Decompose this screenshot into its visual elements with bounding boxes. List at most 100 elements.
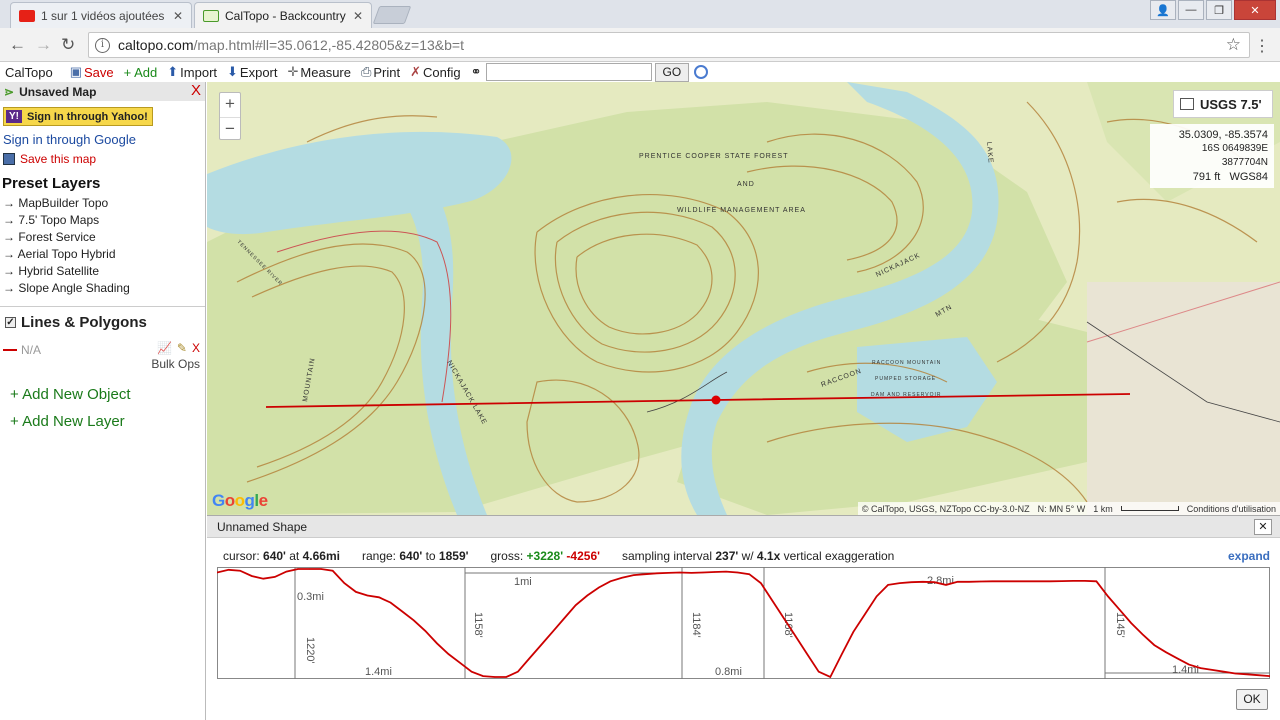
print-button[interactable]: ⎙ Print [361,64,400,80]
pencil-icon[interactable]: ✎ [177,341,187,355]
profile-point [633,574,635,576]
lines-polygons-toggle[interactable]: ✓ Lines & Polygons [5,314,205,331]
profile-point [1014,580,1017,582]
zoom-control: + − [219,92,241,140]
profile-point [355,591,357,593]
expand-link[interactable]: expand [1228,549,1270,563]
close-tab-icon[interactable]: ✕ [353,9,363,23]
save-map-link[interactable]: Save this map [3,152,205,166]
add-button[interactable]: + Add [124,65,158,80]
floppy-icon: ▣ [69,64,82,79]
zoom-in-button[interactable]: + [220,93,240,117]
profile-point [1200,667,1202,669]
ok-button[interactable]: OK [1236,689,1268,710]
add-new-object-link[interactable]: + Add New Object [10,386,205,403]
profile-point [795,635,797,637]
import-button[interactable]: ⬆ Import [167,64,217,80]
terms-link[interactable]: Conditions d'utilisation [1187,504,1276,514]
segment-vertical-label: 1158' [472,612,484,638]
profile-point [714,571,716,573]
object-row[interactable]: N/A 📈 ✎ X Bulk Ops [0,341,205,371]
info-icon[interactable]: i [95,37,110,53]
close-sidebar-button[interactable]: X [191,82,201,99]
preset-layer-item[interactable]: → 7.5' Topo Maps [0,213,205,230]
profile-point [517,671,519,673]
profile-point [1142,633,1144,636]
profile-point [1072,580,1074,582]
add-new-layer-link[interactable]: + Add New Layer [10,413,205,430]
profile-point [1165,651,1167,653]
go-button[interactable]: GO [654,62,690,82]
profile-point [887,584,889,586]
save-button[interactable]: ▣ Save [70,64,114,80]
scale-label: 1 km [1093,503,1113,514]
profile-point [401,610,403,612]
browser-menu-icon[interactable]: ⋮ [1254,36,1270,56]
profile-point [505,676,507,678]
bulk-ops-link[interactable]: Bulk Ops [151,357,200,371]
profile-point [679,571,681,574]
back-icon[interactable]: ← [9,35,26,55]
profile-chart-icon[interactable]: 📈 [157,341,172,355]
profile-point [922,581,924,583]
preset-layer-item[interactable]: → MapBuilder Topo [0,196,205,213]
locate-icon[interactable] [694,65,709,79]
cursor-marker[interactable] [711,395,721,405]
profile-point [1246,673,1248,675]
profile-point [1003,580,1005,582]
caltopo-logo-icon: ⋗ [4,84,15,99]
url-host: caltopo.com [118,37,194,53]
measure-button[interactable]: ✛ Measure [288,64,351,80]
gross-stat: gross: +3228' -4256' [490,549,600,563]
preset-layer-item[interactable]: → Aerial Topo Hybrid [0,247,205,264]
map-label: PUMPED STORAGE [875,376,936,382]
profile-point [309,568,311,570]
profile-point [1119,609,1121,611]
profile-point [586,594,588,597]
close-window-icon[interactable]: ✕ [1234,0,1276,20]
address-bar[interactable]: i caltopo.com /map.html#ll=35.0612,-85.4… [88,32,1250,58]
reload-icon[interactable]: ↻ [61,35,75,55]
line-swatch-icon [3,349,17,351]
forward-icon[interactable]: → [35,35,52,55]
yahoo-signin-button[interactable]: Y! Sign In through Yahoo! [3,107,153,126]
profile-point [852,631,855,633]
sidebar: ⋗ Unsaved Map X Y! Sign In through Yahoo… [0,82,206,720]
binoculars-icon[interactable]: ⚭ [471,64,482,80]
config-button[interactable]: ✗ Config [410,64,460,80]
attribution-text: © CalTopo, USGS, NZTopo CC-by-3.0-NZ [861,503,1030,514]
map-label: WILDLIFE MANAGEMENT AREA [677,207,806,214]
profile-point [933,581,936,583]
profile-point [644,573,646,575]
object-name[interactable]: N/A [21,343,41,357]
close-profile-button[interactable]: ✕ [1254,519,1272,535]
close-tab-icon[interactable]: ✕ [173,9,183,23]
google-signin-link[interactable]: Sign in through Google [3,132,205,147]
user-icon[interactable]: 👤 [1150,0,1176,20]
preset-layer-item[interactable]: → Forest Service [0,230,205,247]
profile-point [1234,672,1236,675]
profile-point [748,573,750,575]
floppy-icon [3,153,15,165]
preset-layer-item[interactable]: → Hybrid Satellite [0,264,205,281]
checkbox-checked-icon[interactable]: ✓ [5,317,16,328]
elevation-profile-chart[interactable]: 0.3mi 1.4mi 1mi 0.8mi 2.8mi 1.4mi 1220' … [217,567,1270,679]
crosshair-icon: ✛ [287,64,299,79]
browser-tab-youtube[interactable]: 1 sur 1 vidéos ajoutées - ✕ [10,2,192,28]
search-input[interactable] [485,63,652,81]
browser-tab-caltopo[interactable]: CalTopo - Backcountry M ✕ [194,2,372,28]
sampling-stat: sampling interval 237' w/ 4.1x vertical … [621,549,895,563]
profile-point [690,572,692,574]
map-canvas[interactable]: PRENTICE COOPER STATE FOREST AND WILDLIF… [207,82,1280,515]
profile-point [899,582,901,584]
export-button[interactable]: ⬇ Export [227,64,277,80]
restore-icon[interactable]: ❐ [1206,0,1232,20]
delete-object-button[interactable]: X [192,341,200,355]
layer-selector-button[interactable]: USGS 7.5' [1173,90,1273,118]
preset-layer-item[interactable]: → Slope Angle Shading [0,281,205,298]
zoom-out-button[interactable]: − [220,117,240,141]
bookmark-star-icon[interactable]: ☆ [1226,35,1241,55]
new-tab-button[interactable] [372,6,412,24]
topo-map-image: PRENTICE COOPER STATE FOREST AND WILDLIF… [207,82,1280,515]
minimize-icon[interactable]: — [1178,0,1204,20]
